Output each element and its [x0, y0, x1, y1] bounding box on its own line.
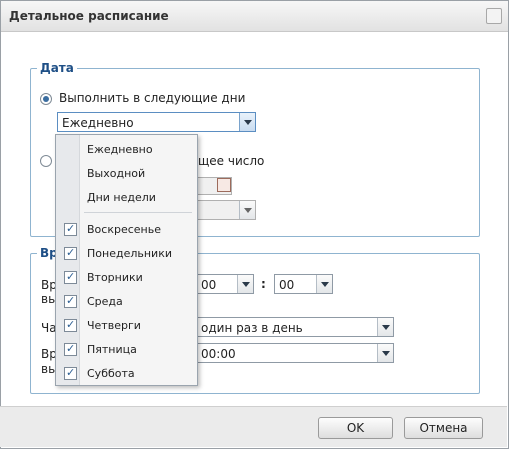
menu-item-tuesday[interactable]: Вторники: [56, 267, 197, 289]
date-radio-label: щее число: [198, 154, 265, 168]
chevron-down-icon[interactable]: [239, 113, 255, 131]
calendar-icon[interactable]: [217, 178, 231, 192]
last-time-value: 00:00: [201, 347, 236, 361]
checkbox-icon[interactable]: [64, 222, 77, 236]
days-dropdown-menu: Ежедневно Выходной Дни недели Воскресень…: [55, 134, 198, 386]
frequency-value: один раз в день: [201, 321, 303, 335]
menu-item-label: Дни недели: [87, 191, 156, 204]
last-time-select[interactable]: 00:00: [196, 343, 394, 363]
chevron-down-icon[interactable]: [377, 318, 393, 336]
frequency-select[interactable]: один раз в день: [196, 317, 394, 337]
menu-item-weekend[interactable]: Выходной: [56, 163, 197, 185]
chevron-down-icon[interactable]: [237, 275, 253, 293]
menu-item-sunday[interactable]: Воскресенье: [56, 219, 197, 241]
cancel-button[interactable]: Отмена: [404, 417, 483, 439]
checkbox-icon[interactable]: [64, 366, 77, 380]
title-bar: Детальное расписание: [1, 1, 508, 32]
menu-item-thursday[interactable]: Четверги: [56, 315, 197, 337]
checkbox-icon[interactable]: [64, 270, 77, 284]
minute-value: 00: [279, 278, 295, 292]
menu-item-label: Понедельники: [87, 247, 172, 260]
menu-item-label: Выходной: [87, 167, 146, 180]
menu-item-wednesday[interactable]: Среда: [56, 291, 197, 313]
checkbox-icon[interactable]: [64, 294, 77, 308]
minute-select[interactable]: 00: [274, 274, 333, 294]
checkbox-icon[interactable]: [64, 318, 77, 332]
time-colon: :: [261, 277, 266, 291]
date-radio[interactable]: [40, 155, 52, 167]
ok-button[interactable]: OK: [318, 417, 393, 439]
menu-item-daily[interactable]: Ежедневно: [56, 139, 197, 161]
menu-item-friday[interactable]: Пятница: [56, 339, 197, 361]
days-select-value: Ежедневно: [62, 116, 134, 130]
menu-item-weekdays[interactable]: Дни недели: [56, 187, 197, 209]
hour-value: 00: [201, 278, 217, 292]
chevron-down-icon[interactable]: [316, 275, 332, 293]
date-repeat-select[interactable]: [196, 200, 256, 220]
checkbox-icon[interactable]: [64, 342, 77, 356]
close-icon[interactable]: [486, 8, 502, 24]
hour-select[interactable]: 00: [196, 274, 254, 294]
chevron-down-icon[interactable]: [377, 344, 393, 362]
menu-item-label: Ежедневно: [87, 143, 153, 156]
dialog-title: Детальное расписание: [9, 9, 169, 23]
days-radio-label: Выполнить в следующие дни: [59, 91, 246, 105]
menu-item-monday[interactable]: Понедельники: [56, 243, 197, 265]
menu-item-label: Четверги: [87, 319, 141, 332]
menu-item-label: Среда: [87, 295, 123, 308]
menu-separator: [84, 212, 192, 213]
menu-item-label: Суббота: [87, 367, 135, 380]
days-radio[interactable]: [40, 93, 52, 105]
checkbox-icon[interactable]: [64, 246, 77, 260]
menu-item-label: Воскресенье: [87, 223, 161, 236]
menu-item-saturday[interactable]: Суббота: [56, 363, 197, 385]
days-select[interactable]: Ежедневно: [57, 112, 256, 132]
chevron-down-icon[interactable]: [239, 201, 255, 219]
date-legend: Дата: [40, 61, 74, 75]
menu-item-label: Вторники: [87, 271, 143, 284]
menu-item-label: Пятница: [87, 343, 137, 356]
